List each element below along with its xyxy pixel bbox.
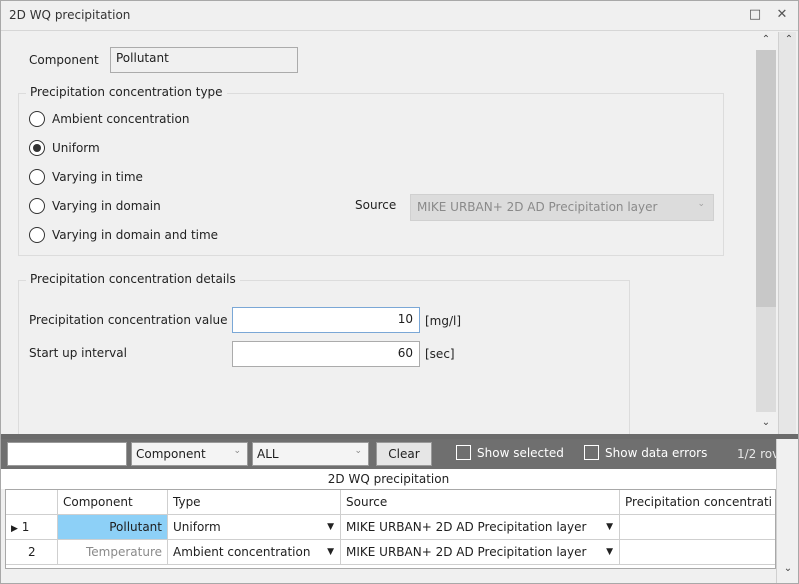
component-field: Pollutant (110, 47, 298, 73)
grid-header-component[interactable]: Component (58, 490, 168, 515)
source-select: MIKE URBAN+ 2D AD Precipitation layer ⌄ (410, 194, 714, 221)
window-title: 2D WQ precipitation (9, 8, 131, 22)
radio-uniform-button[interactable] (29, 140, 45, 156)
radio-varying-time-label: Varying in time (52, 170, 143, 184)
table-cell-type[interactable]: Uniform ▼ (168, 515, 341, 540)
cell-type-value: Uniform (173, 520, 221, 534)
radio-ambient-button[interactable] (29, 111, 45, 127)
radio-varying-domain-time[interactable]: Varying in domain and time (29, 225, 218, 245)
outer-scroll-up-icon[interactable]: ⌃ (779, 32, 799, 48)
source-select-value: MIKE URBAN+ 2D AD Precipitation layer (417, 200, 658, 214)
outer-scroll-down-icon[interactable]: ⌄ (777, 563, 799, 579)
grid-header-source[interactable]: Source (341, 490, 620, 515)
startup-interval-label: Start up interval (29, 346, 127, 360)
grid-title: 2D WQ precipitation (1, 469, 776, 489)
scrollbar-thumb[interactable] (756, 50, 776, 307)
chevron-down-icon: ⌄ (354, 446, 362, 456)
concentration-details-title: Precipitation concentration details (26, 272, 240, 286)
grid-header-type[interactable]: Type (168, 490, 341, 515)
concentration-value-input[interactable]: 10 (232, 307, 420, 333)
concentration-type-title: Precipitation concentration type (26, 85, 227, 99)
dropdown-arrow-icon[interactable]: ▼ (606, 540, 613, 564)
grid-horizontal-scrollbar[interactable] (5, 569, 776, 583)
show-selected-checkbox[interactable]: Show selected (456, 445, 564, 460)
table-cell-precip-conc[interactable] (620, 540, 775, 565)
properties-content: Component Pollutant Precipitation concen… (1, 32, 753, 434)
data-grid: Component Type Source Precipitation conc… (5, 489, 776, 569)
show-errors-label: Show data errors (605, 445, 708, 460)
chevron-down-icon: ⌄ (233, 446, 241, 456)
table-cell-component[interactable]: Pollutant (58, 515, 168, 540)
show-errors-box[interactable] (584, 445, 599, 460)
concentration-unit: [mg/l] (425, 314, 462, 328)
scroll-down-icon[interactable]: ⌄ (756, 415, 776, 431)
radio-varying-domain-time-button[interactable] (29, 227, 45, 243)
cell-source-value: MIKE URBAN+ 2D AD Precipitation layer (346, 520, 587, 534)
current-row-icon: ▶ (11, 524, 18, 534)
cell-type-value: Ambient concentration (173, 545, 311, 559)
title-bar: 2D WQ precipitation □ ✕ (1, 1, 798, 31)
filter-value-select[interactable]: ALL ⌄ (252, 442, 369, 466)
source-label: Source (355, 198, 397, 212)
radio-varying-time[interactable]: Varying in time (29, 167, 143, 187)
table-cell-source[interactable]: MIKE URBAN+ 2D AD Precipitation layer ▼ (341, 515, 620, 540)
dropdown-arrow-icon[interactable]: ▼ (327, 515, 334, 539)
radio-varying-domain[interactable]: Varying in domain (29, 196, 161, 216)
table-cell-source[interactable]: MIKE URBAN+ 2D AD Precipitation layer ▼ (341, 540, 620, 565)
dialog-window: 2D WQ precipitation □ ✕ Component Pollut… (0, 0, 799, 584)
show-errors-checkbox[interactable]: Show data errors (584, 445, 707, 460)
radio-varying-domain-button[interactable] (29, 198, 45, 214)
filter-value-value: ALL (257, 447, 279, 461)
dropdown-arrow-icon[interactable]: ▼ (327, 540, 334, 564)
table-cell-precip-conc[interactable] (620, 515, 775, 540)
filter-search-input[interactable] (7, 442, 127, 466)
radio-varying-domain-label: Varying in domain (52, 199, 161, 213)
row-count-label: 1/2 rov (737, 447, 780, 461)
show-selected-box[interactable] (456, 445, 471, 460)
scroll-up-icon[interactable]: ⌃ (756, 32, 776, 48)
row-index-value: 1 (21, 520, 30, 534)
radio-varying-domain-time-label: Varying in domain and time (52, 228, 219, 242)
table-row-index[interactable]: 2 (6, 540, 58, 565)
restore-icon[interactable]: □ (747, 7, 763, 23)
table-cell-component[interactable]: Temperature (58, 540, 168, 565)
show-selected-label: Show selected (477, 445, 564, 460)
startup-interval-unit: [sec] (425, 347, 455, 361)
radio-uniform-label: Uniform (52, 141, 100, 155)
table-cell-type[interactable]: Ambient concentration ▼ (168, 540, 341, 565)
radio-ambient[interactable]: Ambient concentration (29, 109, 189, 129)
filter-bar: Component ⌄ ALL ⌄ Clear Show selected Sh… (1, 439, 798, 469)
chevron-down-icon: ⌄ (697, 199, 705, 209)
dropdown-arrow-icon[interactable]: ▼ (606, 515, 613, 539)
grid-header-index (6, 490, 58, 515)
outer-scrollbar-lower[interactable]: ⌄ (776, 439, 798, 583)
close-icon[interactable]: ✕ (774, 7, 790, 23)
outer-scrollbar[interactable]: ⌃ (778, 32, 796, 434)
filter-field-select[interactable]: Component ⌄ (131, 442, 248, 466)
component-label: Component (29, 53, 99, 67)
table-row-index[interactable]: ▶ 1 (6, 515, 58, 540)
grid-header-precip-conc[interactable]: Precipitation concentrati (620, 490, 775, 515)
clear-button[interactable]: Clear (376, 442, 432, 466)
radio-ambient-label: Ambient concentration (52, 112, 190, 126)
radio-varying-time-button[interactable] (29, 169, 45, 185)
properties-scrollbar[interactable]: ⌃ ⌄ ⌃ (754, 32, 798, 434)
cell-source-value: MIKE URBAN+ 2D AD Precipitation layer (346, 545, 587, 559)
concentration-value-label: Precipitation concentration value (29, 313, 228, 327)
startup-interval-input[interactable]: 60 (232, 341, 420, 367)
radio-uniform[interactable]: Uniform (29, 138, 100, 158)
properties-panel: Component Pollutant Precipitation concen… (1, 32, 798, 434)
filter-field-value: Component (136, 447, 206, 461)
